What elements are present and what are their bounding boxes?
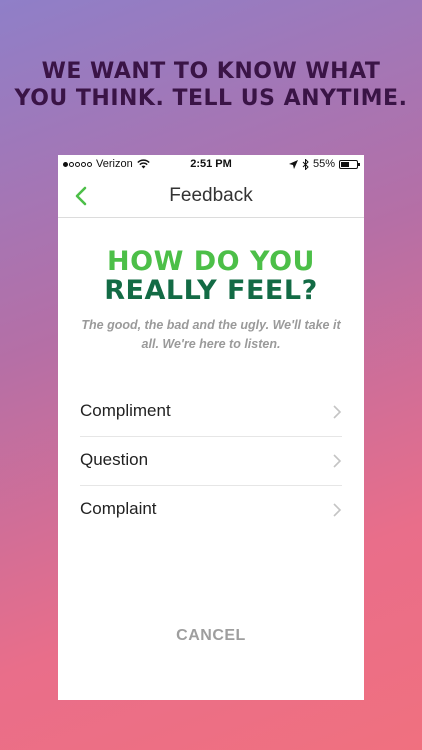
menu-item-compliment[interactable]: Compliment bbox=[80, 388, 342, 437]
promo-headline-line2: YOU THINK. TELL US ANYTIME. bbox=[14, 86, 408, 111]
battery-level-fill bbox=[341, 161, 349, 167]
menu-item-complaint[interactable]: Complaint bbox=[80, 486, 342, 534]
subtitle-line-1: The good, the bad and the ugly. We'll ta… bbox=[81, 318, 341, 332]
bluetooth-icon bbox=[302, 158, 309, 170]
chevron-right-icon bbox=[333, 454, 342, 468]
promo-headline-line1: WE WANT TO KNOW WHAT bbox=[41, 59, 381, 84]
hero-line-1: HOW DO YOU bbox=[107, 246, 315, 277]
menu-item-label: Complaint bbox=[80, 499, 157, 518]
cancel-button[interactable]: CANCEL bbox=[58, 627, 364, 645]
feedback-type-list: Compliment Question Complaint bbox=[80, 388, 342, 534]
chevron-right-icon bbox=[333, 503, 342, 517]
status-bar: Verizon 2:51 PM 55% bbox=[58, 155, 364, 175]
phone-screen: Verizon 2:51 PM 55% Feedback HOW DO YOU … bbox=[58, 155, 364, 700]
promo-headline: WE WANT TO KNOW WHAT YOU THINK. TELL US … bbox=[0, 58, 422, 112]
battery-icon bbox=[339, 159, 360, 169]
location-arrow-icon bbox=[288, 159, 298, 169]
menu-item-question[interactable]: Question bbox=[80, 437, 342, 486]
subtitle: The good, the bad and the ugly. We'll ta… bbox=[68, 316, 354, 354]
menu-item-label: Question bbox=[80, 450, 149, 469]
subtitle-line-2: all. We're here to listen. bbox=[141, 337, 281, 351]
hero-line-2: REALLY FEEL? bbox=[104, 275, 318, 306]
battery-percent: 55% bbox=[312, 158, 335, 170]
nav-bar: Feedback bbox=[58, 175, 364, 218]
hero-heading: HOW DO YOU REALLY FEEL? bbox=[58, 247, 364, 305]
chevron-right-icon bbox=[333, 405, 342, 419]
page-title: Feedback bbox=[169, 185, 253, 206]
menu-item-label: Compliment bbox=[80, 401, 171, 420]
status-right: 55% bbox=[288, 158, 360, 170]
